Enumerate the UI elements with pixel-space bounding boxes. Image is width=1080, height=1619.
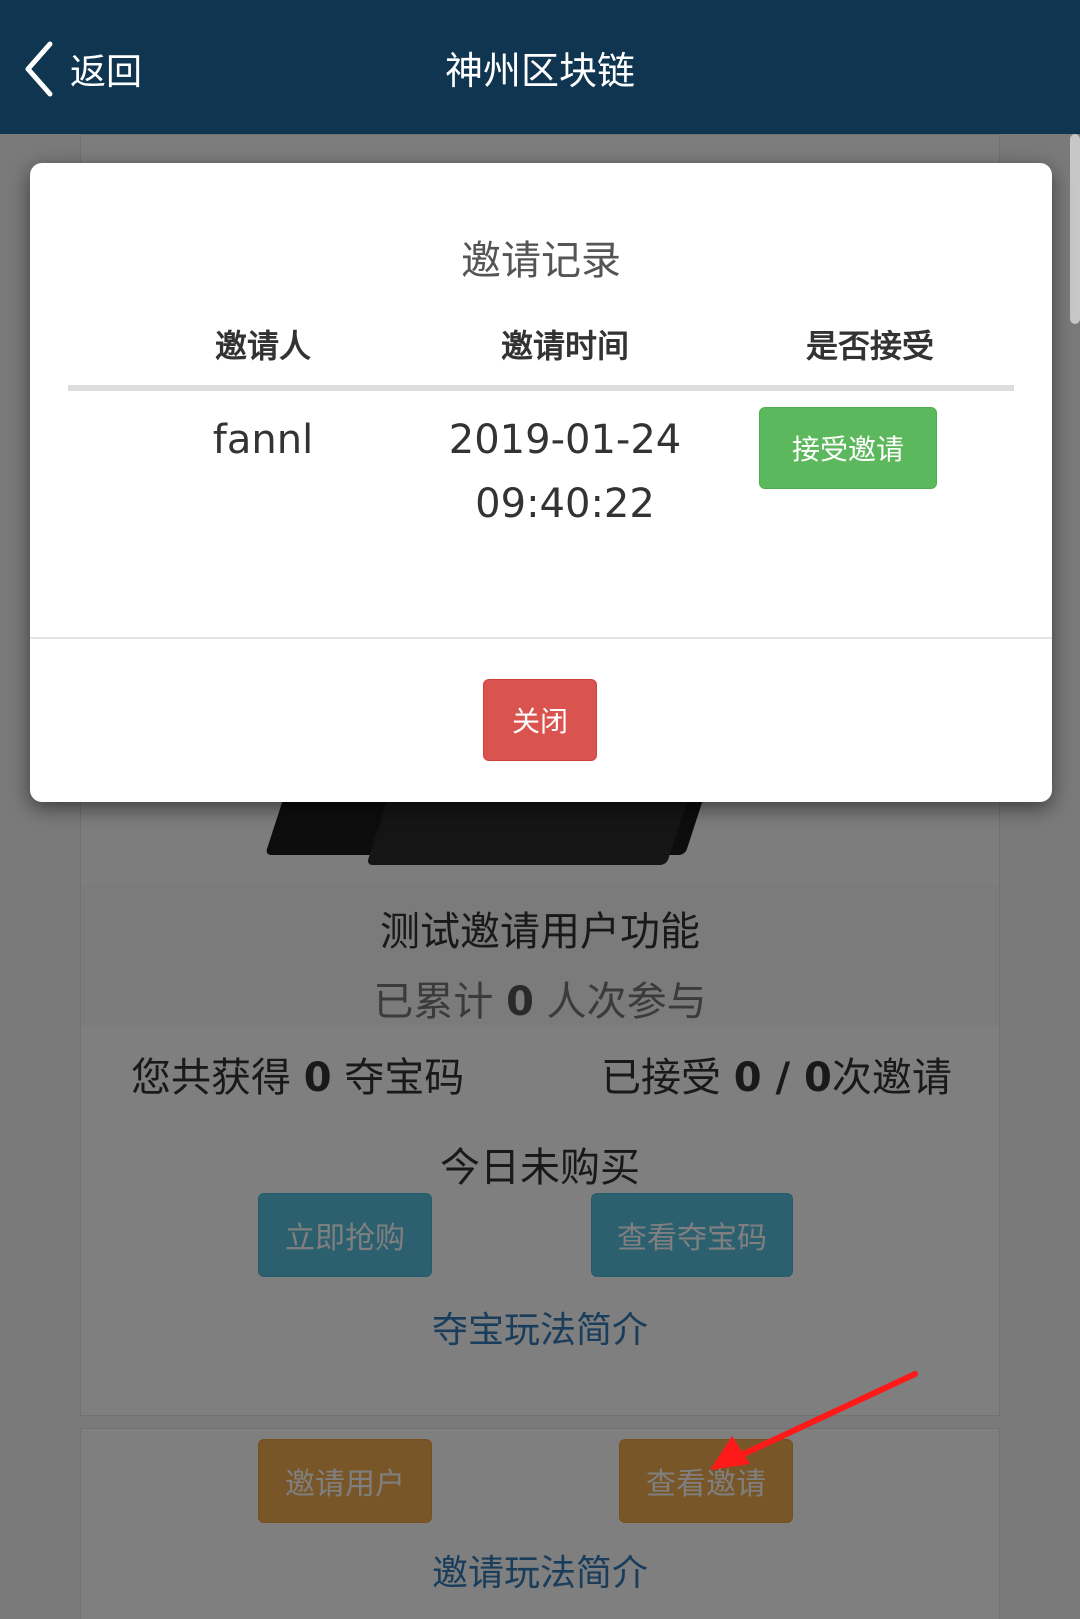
annotation-arrow-icon bbox=[710, 1371, 918, 1470]
row-invite-date: 2019-01-24 bbox=[448, 417, 682, 463]
close-button[interactable]: 关闭 bbox=[483, 679, 597, 761]
accept-invite-button[interactable]: 接受邀请 bbox=[759, 407, 937, 489]
page-title: 神州区块链 bbox=[444, 49, 635, 93]
row-invite-clock: 09:40:22 bbox=[475, 481, 655, 527]
column-header-invite-time: 邀请时间 bbox=[500, 327, 629, 365]
modal-title: 邀请记录 bbox=[461, 238, 621, 284]
scrollbar-thumb[interactable] bbox=[1070, 134, 1080, 324]
column-header-accepted: 是否接受 bbox=[805, 327, 934, 365]
row-inviter: fannl bbox=[212, 417, 314, 463]
table-header-divider bbox=[68, 385, 1014, 391]
modal-footer-divider bbox=[30, 637, 1052, 639]
row-invite-time: 2019-01-24 09:40:22 bbox=[415, 408, 715, 536]
invite-records-modal: 邀请记录 邀请人 邀请时间 是否接受 fannl 2019-01-24 09:4… bbox=[30, 163, 1052, 802]
column-header-inviter: 邀请人 bbox=[214, 327, 311, 365]
app-header: 返回 神州区块链 bbox=[0, 0, 1080, 134]
